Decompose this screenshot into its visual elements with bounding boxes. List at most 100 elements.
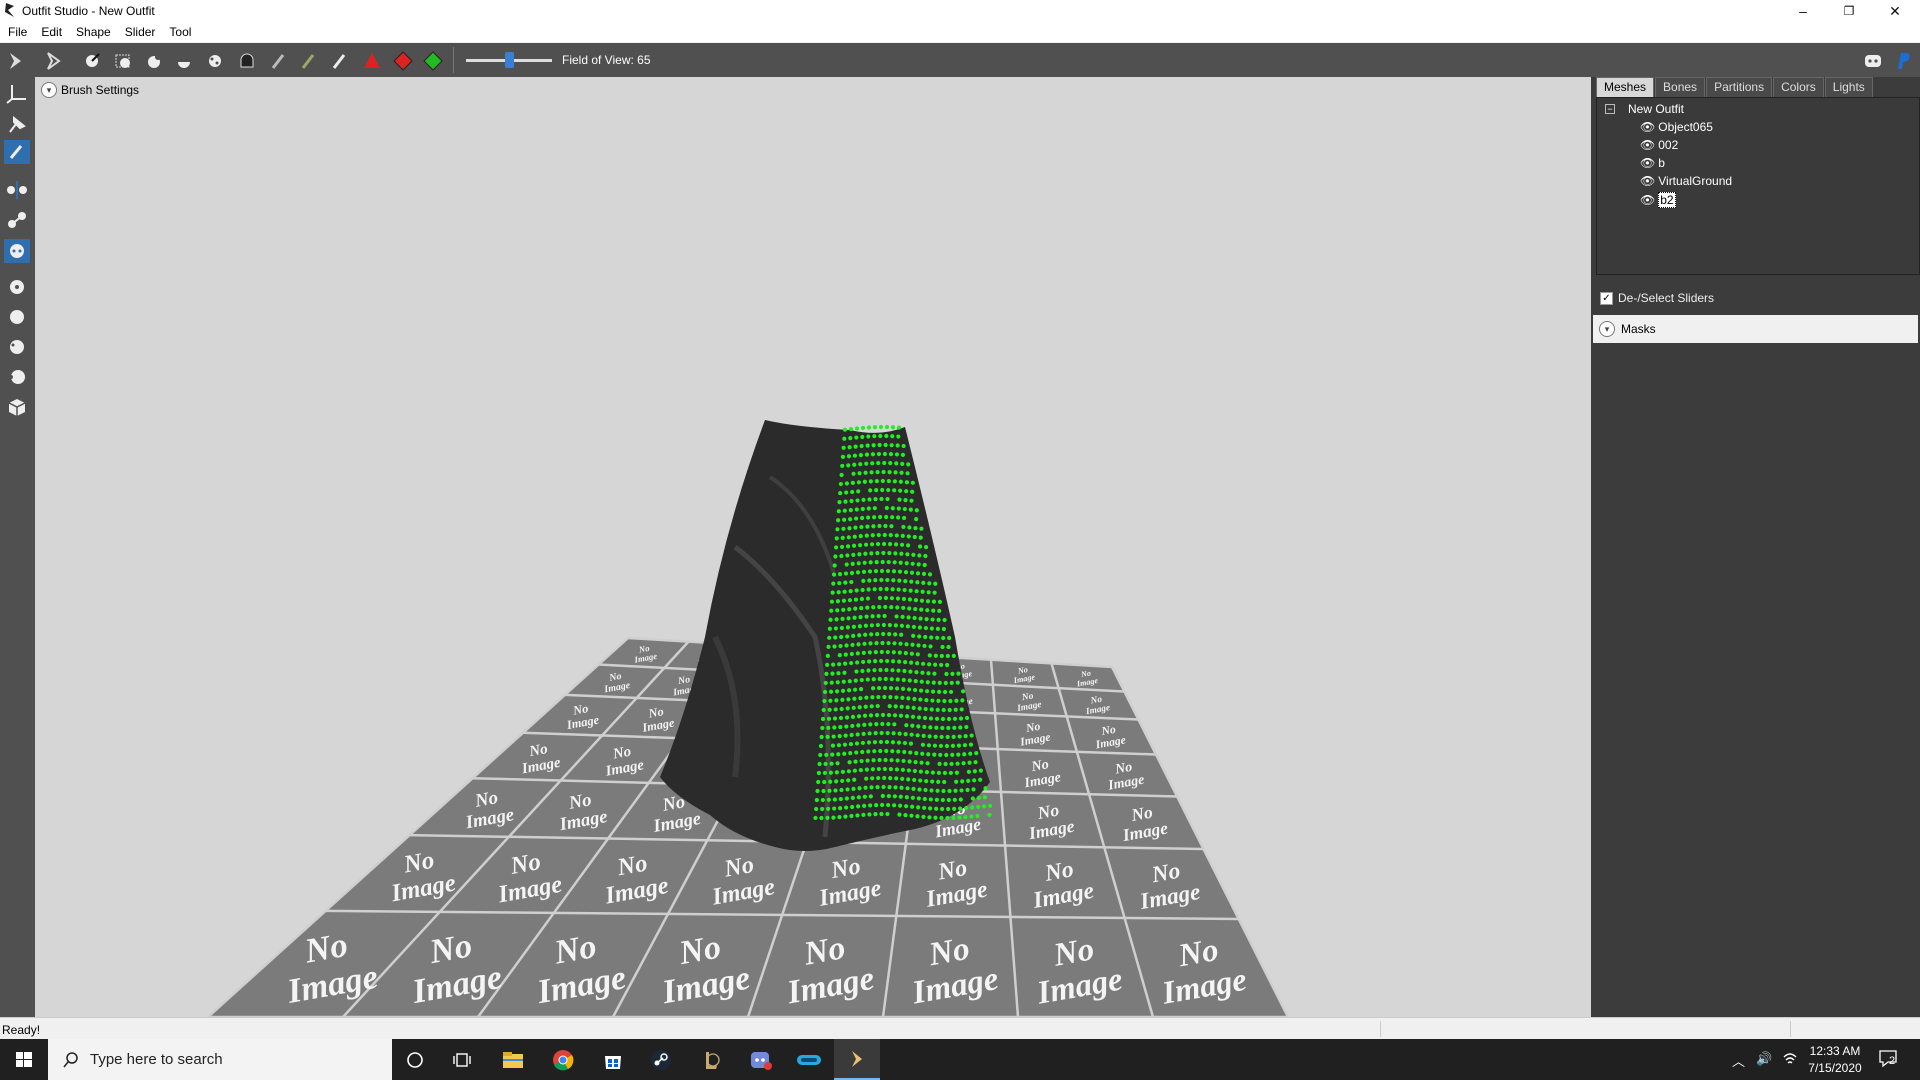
tab-colors[interactable]: Colors	[1773, 77, 1824, 98]
paypal-icon[interactable]	[1892, 50, 1914, 72]
eye-icon[interactable]: 👁	[1640, 174, 1655, 188]
mask-brush-icon[interactable]	[268, 50, 290, 72]
connected-icon[interactable]	[4, 208, 30, 232]
undiff-icon[interactable]	[236, 50, 258, 72]
selected-vertex	[872, 515, 877, 520]
masks-toggle[interactable]: ▾ Masks	[1593, 315, 1918, 343]
chrome-icon[interactable]	[540, 1039, 586, 1080]
collapse-icon[interactable]: −	[1605, 104, 1615, 114]
deflate-icon[interactable]	[143, 50, 165, 72]
eye-icon[interactable]: 👁	[1640, 193, 1655, 207]
deselect-sliders[interactable]: ✓ De-/Select Sliders	[1600, 291, 1714, 305]
cortana-icon[interactable]	[392, 1039, 438, 1080]
brush-icon[interactable]	[43, 50, 65, 72]
menu-tool[interactable]: Tool	[161, 22, 197, 42]
selected-vertex	[965, 787, 970, 793]
task-view-icon[interactable]	[440, 1039, 486, 1080]
selected-vertex	[851, 786, 856, 791]
pin-icon[interactable]	[4, 112, 30, 136]
selected-vertex	[854, 588, 859, 593]
menu-edit[interactable]: Edit	[33, 22, 68, 42]
tab-lights[interactable]: Lights	[1824, 77, 1873, 98]
selected-vertex	[898, 641, 903, 646]
color-brush-icon[interactable]	[298, 50, 320, 72]
wifi-icon[interactable]	[1782, 1051, 1798, 1067]
selected-vertex	[943, 680, 948, 686]
steam-icon[interactable]	[638, 1039, 684, 1080]
menu-slider[interactable]: Slider	[117, 22, 162, 42]
xray-icon[interactable]	[4, 275, 30, 299]
red-diamond-icon[interactable]	[392, 50, 414, 72]
tab-meshes[interactable]: Meshes	[1596, 77, 1655, 98]
menu-file[interactable]: File	[0, 22, 33, 42]
shade-icon[interactable]	[4, 305, 30, 329]
axis-icon[interactable]	[4, 81, 30, 105]
selected-vertex	[929, 788, 934, 793]
menu-shape[interactable]: Shape	[68, 22, 117, 42]
taskbar-search[interactable]: Type here to search	[48, 1039, 392, 1080]
inflate-icon[interactable]	[112, 50, 134, 72]
discord-icon[interactable]	[1862, 50, 1884, 72]
selected-vertex	[824, 752, 829, 758]
tree-item-b2[interactable]: 👁 b2	[1640, 192, 1676, 208]
selected-vertex	[891, 569, 897, 574]
league-icon[interactable]	[688, 1039, 734, 1080]
tree-root[interactable]: − New Outfit	[1605, 102, 1684, 116]
selected-vertex	[854, 507, 859, 512]
volume-icon[interactable]: 🔊	[1756, 1051, 1772, 1067]
selected-vertex	[862, 560, 867, 565]
eye-icon[interactable]: 👁	[1640, 156, 1655, 170]
windows-start-icon[interactable]	[0, 1039, 48, 1080]
green-diamond-icon[interactable]	[422, 50, 444, 72]
selected-vertex	[845, 634, 850, 639]
app-blue-icon[interactable]	[786, 1039, 832, 1080]
selected-vertex	[834, 617, 839, 622]
lighting-icon[interactable]	[4, 365, 30, 389]
tree-item-002[interactable]: 👁 002	[1640, 138, 1678, 152]
tree-item-object065[interactable]: 👁 Object065	[1640, 120, 1713, 134]
chevron-up-icon[interactable]: ︿	[1732, 1051, 1745, 1070]
global-brush-icon[interactable]	[4, 239, 30, 263]
eye-icon[interactable]: 👁	[1640, 120, 1655, 134]
clock[interactable]: 12:33 AM 7/15/2020	[1800, 1043, 1870, 1077]
red-triangle-icon[interactable]	[361, 50, 383, 72]
move-icon[interactable]	[173, 50, 195, 72]
selected-vertex	[887, 623, 892, 628]
store-icon[interactable]	[590, 1039, 636, 1080]
selected-vertex	[920, 751, 925, 756]
cube-icon[interactable]	[4, 395, 30, 419]
selected-vertex	[844, 490, 849, 495]
selected-vertex	[894, 452, 900, 457]
mirror-x-icon[interactable]	[4, 178, 30, 202]
eye-icon[interactable]: 👁	[1640, 138, 1655, 152]
brush-tool-icon[interactable]	[4, 140, 30, 164]
tab-partitions[interactable]: Partitions	[1706, 77, 1773, 98]
alpha-brush-icon[interactable]	[329, 50, 351, 72]
selected-vertex	[867, 731, 872, 736]
selected-vertex	[947, 707, 952, 713]
notifications-button[interactable]: 2	[1878, 1049, 1902, 1069]
selected-vertex	[836, 518, 841, 523]
tree-item-virtualground[interactable]: 👁 VirtualGround	[1640, 174, 1732, 188]
pointer-icon[interactable]	[5, 50, 27, 72]
selected-vertex	[910, 804, 915, 809]
close-button[interactable]: ✕	[1872, 0, 1918, 22]
fov-slider-thumb[interactable]	[505, 52, 514, 68]
wireframe-icon[interactable]	[4, 335, 30, 359]
discord-taskbar-icon[interactable]	[738, 1039, 784, 1080]
select-icon[interactable]	[81, 50, 103, 72]
selected-vertex	[918, 616, 923, 621]
deselect-sliders-checkbox[interactable]: ✓	[1600, 291, 1613, 305]
selected-vertex	[940, 725, 945, 731]
3d-viewport[interactable]: ▾ Brush Settings No Image No Image No Image No…	[35, 77, 1591, 1017]
minimize-button[interactable]: –	[1780, 0, 1826, 22]
smooth-icon[interactable]	[204, 50, 226, 72]
selected-vertex	[838, 490, 843, 496]
tree-item-b[interactable]: 👁 b	[1640, 156, 1665, 170]
selected-vertex	[942, 617, 947, 623]
tab-bones[interactable]: Bones	[1655, 77, 1706, 98]
outfit-studio-icon[interactable]	[834, 1039, 880, 1080]
restore-button[interactable]: ❐	[1826, 0, 1872, 22]
file-explorer-icon[interactable]	[490, 1039, 536, 1080]
selected-vertex	[917, 634, 922, 639]
